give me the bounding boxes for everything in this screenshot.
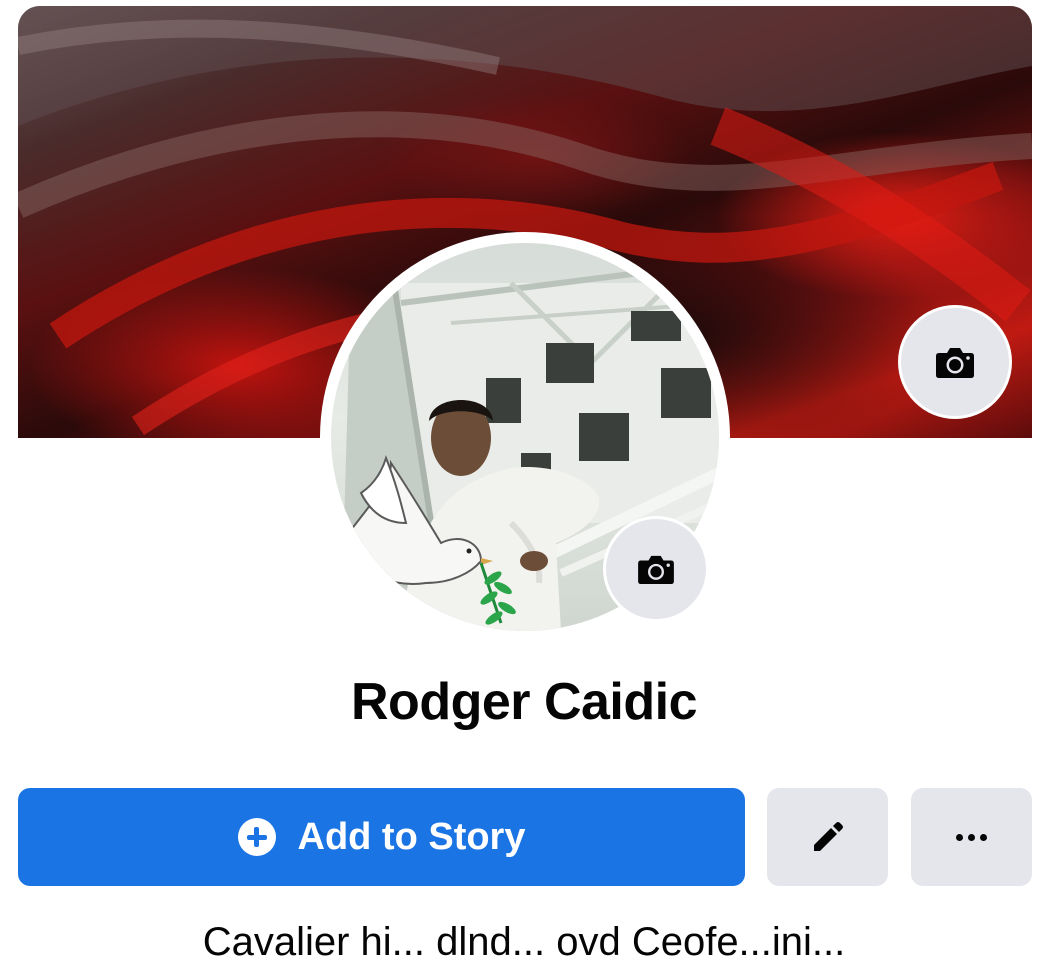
ellipsis-icon (956, 833, 987, 841)
profile-bio: Cavalier hi... dlnd... ovd Ceofe...ini..… (202, 920, 846, 964)
pencil-icon (813, 822, 843, 851)
plus-circle-icon (237, 818, 276, 856)
add-to-story-label: Add to Story (297, 815, 526, 858)
profile-name: Rodger Caidic (351, 673, 698, 731)
more-options-button[interactable] (911, 788, 1032, 886)
add-to-story-button[interactable]: Add to Story (18, 788, 745, 886)
camera-icon (936, 348, 974, 378)
camera-icon (638, 555, 674, 585)
edit-cover-photo-button[interactable] (901, 308, 1009, 416)
edit-profile-picture-button[interactable] (606, 519, 706, 619)
edit-profile-button[interactable] (767, 788, 888, 886)
